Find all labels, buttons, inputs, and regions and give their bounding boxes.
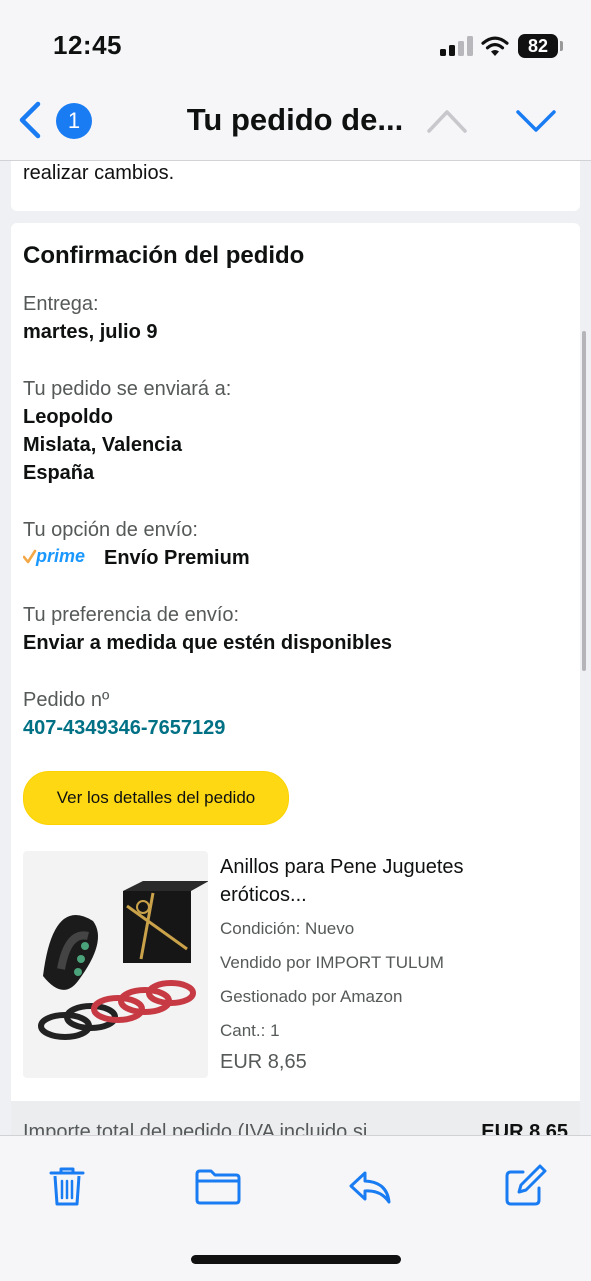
previous-message-chevron-up-icon[interactable] <box>426 108 468 134</box>
message-subject-title: Tu pedido de... <box>186 102 404 137</box>
next-message-chevron-down-icon[interactable] <box>515 108 557 134</box>
trash-icon[interactable] <box>45 1164 89 1208</box>
reply-icon[interactable] <box>347 1164 393 1208</box>
ship-to-city: Mislata, Valencia <box>23 434 182 456</box>
shipping-option-label: Tu opción de envío: <box>23 519 198 541</box>
ship-to-label: Tu pedido se enviará a: <box>23 378 232 400</box>
unread-count-badge[interactable]: 1 <box>56 103 92 139</box>
delivery-label: Entrega: <box>23 293 99 315</box>
battery-icon: 82 <box>518 34 558 58</box>
product-price: EUR 8,65 <box>220 1051 307 1073</box>
wifi-icon <box>481 36 509 56</box>
status-time: 12:45 <box>53 30 122 60</box>
product-condition: Condición: Nuevo <box>220 919 355 938</box>
folder-icon[interactable] <box>194 1164 242 1208</box>
product-quantity: Cant.: 1 <box>220 1021 280 1040</box>
view-order-details-button[interactable]: Ver los detalles del pedido <box>23 771 289 825</box>
ship-to-country: España <box>23 462 95 484</box>
vertical-scrollbar[interactable] <box>582 331 586 671</box>
cellular-signal-icon <box>440 36 473 56</box>
battery-tip <box>560 41 563 51</box>
prime-logo-icon: prime <box>23 546 85 566</box>
navigation-bar: 1 Tu pedido de... <box>0 90 591 161</box>
previous-section-card: realizar cambios. <box>11 161 580 211</box>
home-indicator[interactable] <box>191 1255 401 1264</box>
delivery-date: martes, julio 9 <box>23 321 158 343</box>
previous-section-text: realizar cambios. <box>23 162 175 184</box>
status-bar: 12:45 82 <box>0 0 591 90</box>
section-heading: Confirmación del pedido <box>23 242 305 269</box>
product-rings-picture <box>38 881 209 1040</box>
product-image[interactable] <box>23 851 209 1078</box>
order-total-label: Importe total del pedido (IVA incluido s… <box>23 1121 368 1135</box>
shipping-preference-value: Enviar a medida que estén disponibles <box>23 632 392 654</box>
product-name-link[interactable]: Anillos para Pene Juguetes eróticos... <box>220 853 550 909</box>
compose-icon[interactable] <box>503 1164 547 1208</box>
order-confirmation-card: Confirmación del pedido Entrega: martes,… <box>11 223 580 1135</box>
ship-to-name: Leopoldo <box>23 406 113 428</box>
product-seller: Vendido por IMPORT TULUM <box>220 953 444 972</box>
email-body[interactable]: realizar cambios. Confirmación del pedid… <box>0 161 591 1135</box>
order-total-row: Importe total del pedido (IVA incluido s… <box>11 1101 580 1135</box>
order-total-value: EUR 8,65 <box>481 1121 568 1135</box>
order-number-label: Pedido nº <box>23 689 110 711</box>
order-number-link[interactable]: 407-4349346-7657129 <box>23 717 225 740</box>
prime-logo-text: prime <box>35 546 85 566</box>
back-chevron-icon[interactable] <box>16 100 44 140</box>
product-fulfilled-by: Gestionado por Amazon <box>220 987 403 1006</box>
shipping-preference-label: Tu preferencia de envío: <box>23 604 240 626</box>
shipping-option-value: Envío Premium <box>104 547 250 569</box>
